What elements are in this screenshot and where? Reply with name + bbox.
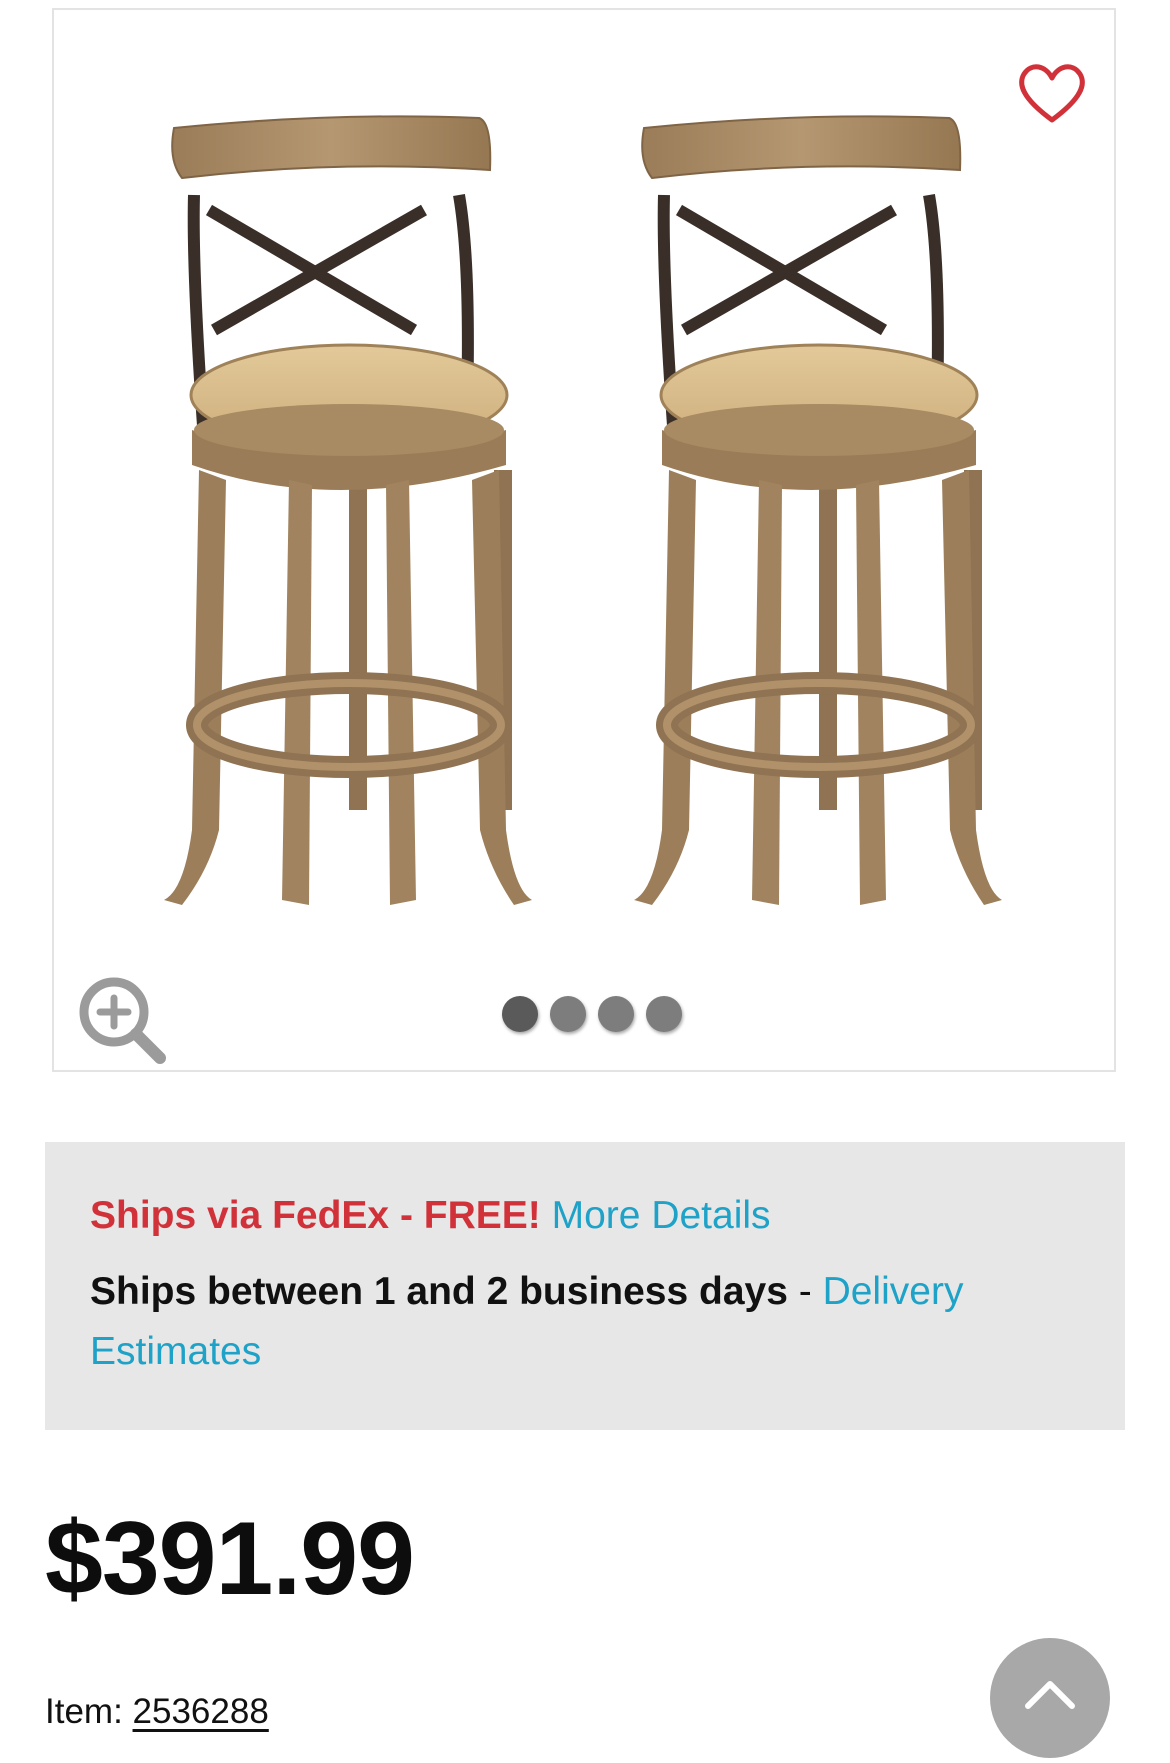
shipping-method-line: Ships via FedEx - FREE! More Details xyxy=(90,1186,1080,1246)
carousel-dots xyxy=(502,996,682,1032)
shipping-free-text: Ships via FedEx - FREE! xyxy=(90,1194,541,1237)
shipping-time-line: Ships between 1 and 2 business days - De… xyxy=(90,1262,1080,1382)
product-image-gallery[interactable] xyxy=(52,8,1116,1072)
more-details-link[interactable]: More Details xyxy=(552,1194,771,1237)
carousel-dot-2[interactable] xyxy=(550,996,586,1032)
shipping-separator: - xyxy=(787,1270,823,1313)
shipping-info-panel: Ships via FedEx - FREE! More Details Shi… xyxy=(45,1142,1125,1430)
favorite-heart-icon[interactable] xyxy=(1012,60,1092,130)
carousel-dot-1[interactable] xyxy=(502,996,538,1032)
back-to-top-button[interactable] xyxy=(990,1638,1110,1758)
carousel-dot-4[interactable] xyxy=(646,996,682,1032)
item-number-row: Item: 2536288 xyxy=(45,1692,269,1732)
product-price: $391.99 xyxy=(45,1501,415,1617)
zoom-in-icon[interactable] xyxy=(72,970,172,1070)
carousel-dot-3[interactable] xyxy=(598,996,634,1032)
chevron-up-icon xyxy=(1025,1681,1075,1709)
shipping-time-text: Ships between 1 and 2 business days xyxy=(90,1270,788,1313)
item-number: 2536288 xyxy=(132,1692,269,1731)
item-label: Item: xyxy=(45,1692,123,1731)
product-image[interactable] xyxy=(54,10,1114,1070)
